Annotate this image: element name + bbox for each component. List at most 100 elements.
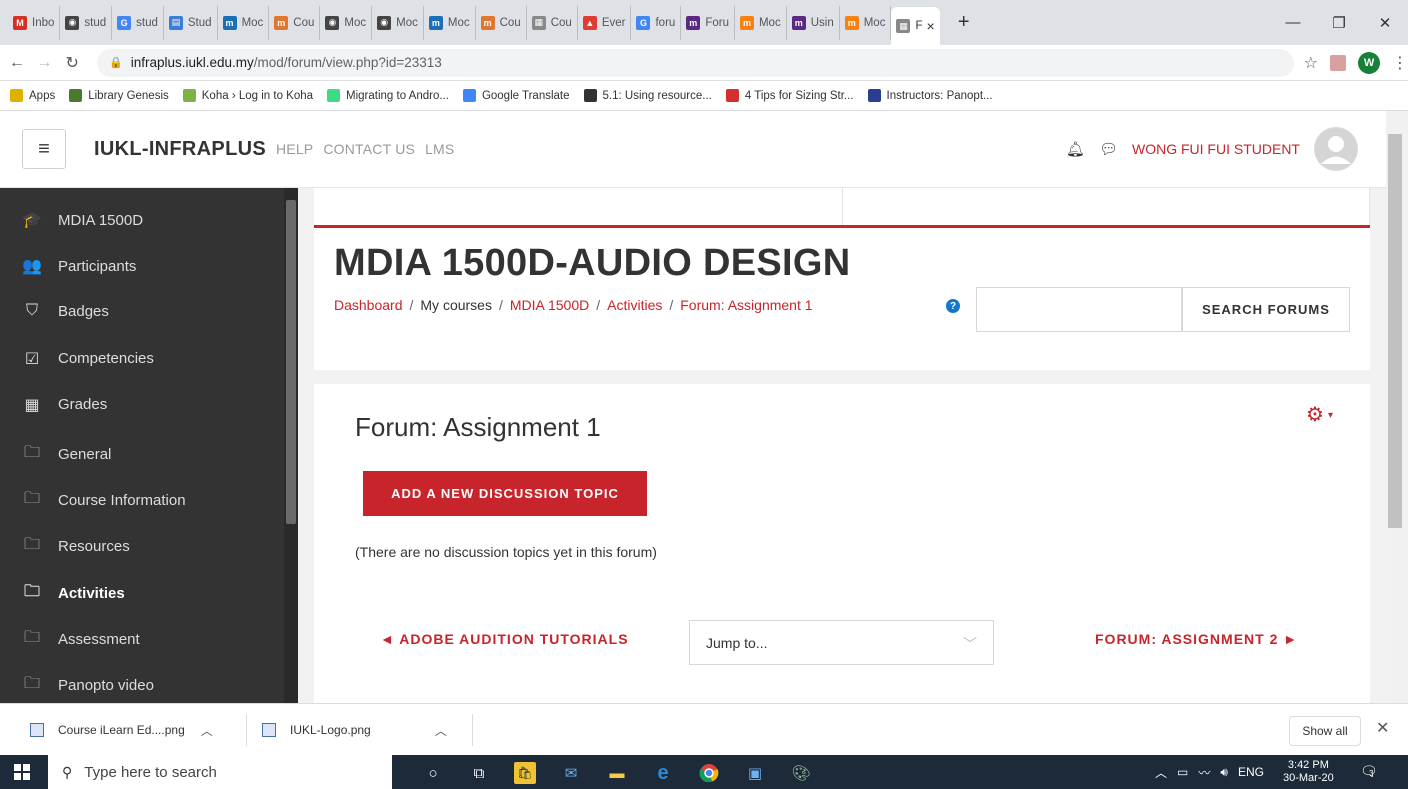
chevron-up-icon[interactable]: ︿ xyxy=(1155,764,1167,781)
sidebar-item-panopto-video[interactable]: 🗀 Panopto video xyxy=(20,672,154,699)
bookmark-item[interactable]: 5.1: Using resource... xyxy=(583,89,712,102)
browser-tab[interactable]: m Cou xyxy=(269,5,321,40)
browser-tab[interactable]: ▲ Ever xyxy=(578,5,632,40)
language-indicator[interactable]: ENG xyxy=(1238,765,1264,779)
sidebar-item-badges[interactable]: ⛉ Badges xyxy=(20,302,109,320)
menu-dots-icon[interactable]: ⋮ xyxy=(1392,53,1408,73)
chrome-icon[interactable] xyxy=(698,762,720,784)
jump-to-select[interactable]: Jump to... ﹀ xyxy=(689,620,994,665)
sidebar-item-general[interactable]: 🗀 General xyxy=(20,441,111,468)
bookmark-star-icon[interactable]: ☆ xyxy=(1304,53,1318,73)
mail-icon[interactable]: ✉ xyxy=(560,762,582,784)
edge-icon[interactable]: e xyxy=(652,762,674,784)
volume-icon[interactable]: 🔊︎ xyxy=(1220,765,1228,780)
bookmark-item[interactable]: Migrating to Andro... xyxy=(327,89,449,102)
site-brand[interactable]: IUKL-INFRAPLUS xyxy=(94,138,266,161)
battery-icon[interactable]: ▭ xyxy=(1177,765,1188,779)
restore-icon[interactable]: ❐ xyxy=(1316,14,1362,32)
browser-tab[interactable]: m Usin xyxy=(787,5,840,40)
breadcrumb-item[interactable]: Activities xyxy=(607,297,662,313)
sidebar-scrollbar-thumb[interactable] xyxy=(286,200,296,524)
download-item[interactable]: Course iLearn Ed....png ︿ xyxy=(30,704,213,756)
help-link[interactable]: HELP xyxy=(276,141,313,157)
browser-tab[interactable]: ◉ Moc xyxy=(372,5,424,40)
extension-icon[interactable] xyxy=(1330,54,1347,71)
search-forums-button[interactable]: SEARCH FORUMS xyxy=(1182,287,1350,332)
previous-activity-link[interactable]: ◄ ADOBE AUDITION TUTORIALS xyxy=(380,631,629,647)
bookmark-item[interactable]: 4 Tips for Sizing Str... xyxy=(725,89,854,102)
close-icon[interactable]: ✕ xyxy=(1376,718,1389,738)
sidebar-item-resources[interactable]: 🗀 Resources xyxy=(20,533,130,560)
bookmark-item[interactable]: Google Translate xyxy=(462,89,570,102)
browser-tab[interactable]: m Moc xyxy=(218,5,270,40)
taskbar-clock[interactable]: 3:42 PM 30-Mar-20 xyxy=(1283,759,1334,785)
breadcrumb-item[interactable]: Dashboard xyxy=(334,297,403,313)
browser-tab[interactable]: ▦ Cou xyxy=(527,5,578,40)
avatar[interactable] xyxy=(1314,127,1358,171)
chevron-up-icon[interactable]: ︿ xyxy=(435,722,447,739)
bookmark-item[interactable]: Koha › Log in to Koha xyxy=(182,89,313,102)
new-tab-icon[interactable]: + xyxy=(950,11,978,34)
browser-tab[interactable]: ▦ F × xyxy=(891,7,940,45)
page-scrollbar-thumb[interactable] xyxy=(1388,134,1402,528)
reload-icon[interactable]: ↻ xyxy=(61,53,83,73)
sidebar-item-competencies[interactable]: ☑ Competencies xyxy=(20,349,154,369)
lms-link[interactable]: LMS xyxy=(425,141,454,157)
bookmark-item[interactable]: Apps xyxy=(10,89,55,102)
actions-menu-button[interactable]: ⚙ ▾ xyxy=(1306,402,1333,427)
add-discussion-topic-button[interactable]: ADD A NEW DISCUSSION TOPIC xyxy=(363,471,647,516)
app-window-icon[interactable]: ▣ xyxy=(744,762,766,784)
browser-tab[interactable]: M Inbo xyxy=(8,5,61,40)
browser-tab[interactable]: ▤ Stud xyxy=(164,5,218,40)
forward-icon[interactable]: → xyxy=(34,54,56,72)
browser-tab[interactable]: m Foru xyxy=(681,5,735,40)
contact-us-link[interactable]: CONTACT US xyxy=(323,141,415,157)
url-field[interactable]: 🔒 infraplus.iukl.edu.my/mod/forum/view.p… xyxy=(97,48,1294,77)
notification-bell-icon[interactable]: 🔔︎ xyxy=(1066,140,1085,158)
task-view-icon[interactable]: ⧉ xyxy=(468,762,490,784)
browser-tab[interactable]: m Moc xyxy=(735,5,787,40)
sidebar-item-course-information[interactable]: 🗀 Course Information xyxy=(20,487,186,514)
sidebar-item-grades[interactable]: ▦ Grades xyxy=(20,395,107,415)
user-name[interactable]: WONG FUI FUI STUDENT xyxy=(1132,141,1300,157)
empty-forum-message: (There are no discussion topics yet in t… xyxy=(355,544,657,560)
help-icon[interactable]: ? xyxy=(946,299,960,313)
browser-tab[interactable]: m Cou xyxy=(476,5,527,40)
minimize-icon[interactable]: — xyxy=(1270,14,1316,31)
cortana-icon[interactable]: ○ xyxy=(422,762,444,784)
browser-tab[interactable]: ◉ stud xyxy=(60,5,113,40)
download-item[interactable]: IUKL-Logo.png ︿ xyxy=(262,704,447,756)
profile-avatar[interactable]: W xyxy=(1358,51,1381,74)
breadcrumb-item[interactable]: Forum: Assignment 1 xyxy=(680,297,812,313)
next-activity-link[interactable]: FORUM: ASSIGNMENT 2 ► xyxy=(1095,631,1298,647)
table-icon: ▦ xyxy=(24,396,40,414)
browser-tab[interactable]: m Moc xyxy=(840,5,892,40)
paint-icon[interactable]: 🎨︎ xyxy=(790,762,812,784)
taskbar-search-box[interactable]: ⚲ Type here to search xyxy=(48,755,392,789)
file-explorer-icon[interactable]: ▬ xyxy=(606,762,628,784)
close-tab-icon[interactable]: × xyxy=(926,18,934,34)
sidebar-item-mdia-1500d[interactable]: 🎓 MDIA 1500D xyxy=(20,210,143,230)
wifi-icon[interactable]: 〰 xyxy=(1198,764,1210,781)
store-icon[interactable]: 🛍︎ xyxy=(514,762,536,784)
windows-start-icon[interactable] xyxy=(14,764,30,780)
show-all-downloads-button[interactable]: Show all xyxy=(1289,716,1361,746)
browser-tab[interactable]: ◉ Moc xyxy=(320,5,373,40)
browser-tab[interactable]: m Moc xyxy=(424,5,476,40)
bookmark-item[interactable]: Library Genesis xyxy=(69,89,169,102)
chevron-up-icon[interactable]: ︿ xyxy=(201,722,213,739)
bookmark-item[interactable]: Instructors: Panopt... xyxy=(867,89,993,102)
hamburger-menu-button[interactable]: ≡ xyxy=(22,129,66,169)
notification-center-icon[interactable]: 🗨︎ 3 xyxy=(1360,763,1378,781)
sidebar-item-participants[interactable]: 👥 Participants xyxy=(20,256,136,276)
google-icon: G xyxy=(117,15,132,30)
messages-icon[interactable]: 💬︎ xyxy=(1099,140,1118,158)
browser-tab[interactable]: Gforu xyxy=(631,5,682,40)
sidebar-item-activities[interactable]: 🗀 Activities xyxy=(20,580,125,607)
breadcrumb-item[interactable]: MDIA 1500D xyxy=(510,297,589,313)
back-icon[interactable]: ← xyxy=(6,54,28,72)
search-forums-input[interactable] xyxy=(976,287,1182,332)
close-window-icon[interactable]: ✕ xyxy=(1362,14,1408,32)
sidebar-item-assessment[interactable]: 🗀 Assessment xyxy=(20,626,140,653)
browser-tab[interactable]: Gstud xyxy=(112,5,164,40)
